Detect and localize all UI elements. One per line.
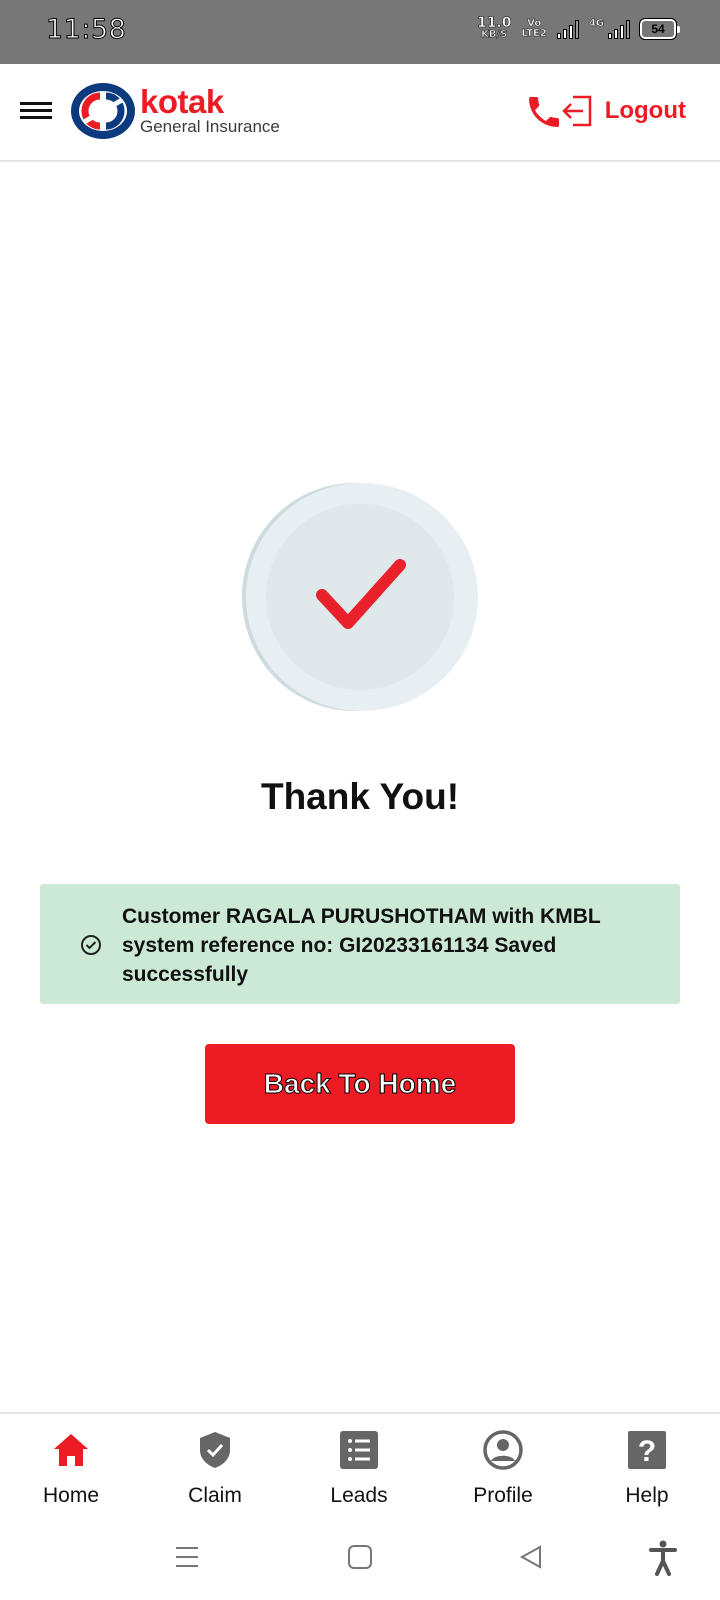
status-icons: 11.0 KB/S Vo LTE2 4G 54 [476,15,680,41]
check-circle-icon [81,935,101,955]
back-to-home-button[interactable]: Back To Home [205,1044,515,1124]
nav-home[interactable]: Home [11,1428,131,1508]
nav-leads[interactable]: Leads [299,1428,419,1508]
svg-text:?: ? [638,1435,656,1468]
signal-1-icon [556,19,579,39]
status-bar: 11:58 11.0 KB/S Vo LTE2 4G 54 [0,0,720,64]
battery-icon: 54 [639,18,680,40]
page-title: Thank You! [260,776,460,817]
phone-icon[interactable] [524,92,564,132]
kotak-logo-icon [71,83,135,139]
nav-help[interactable]: ? Help [587,1428,707,1508]
accessibility-icon[interactable] [648,1540,678,1576]
kotak-logo: kotak General Insurance [70,82,280,140]
status-time: 11:58 [45,14,127,46]
app-header: kotak General Insurance Logout [0,64,720,162]
success-alert: Customer RAGALA PURUSHOTHAM with KMBL sy… [40,884,680,1004]
shield-check-icon [200,1432,230,1468]
question-icon: ? [628,1431,666,1469]
success-check-icon [242,483,478,711]
network-speed: 11.0 KB/S [476,15,512,41]
home-button-icon[interactable] [347,1544,373,1570]
nav-profile[interactable]: Profile [443,1428,563,1508]
brand-subtitle: General Insurance [140,117,280,136]
home-icon [54,1434,88,1466]
signal-2-icon [608,19,630,39]
recent-apps-icon[interactable] [174,1544,200,1570]
volte-indicator: Vo LTE2 [521,18,547,39]
brand-name: kotak [140,83,224,120]
back-icon[interactable] [518,1544,544,1570]
logout-button[interactable]: Logout [561,94,686,128]
nav-claim[interactable]: Claim [155,1428,275,1508]
system-nav [0,1520,720,1600]
menu-icon[interactable] [20,102,52,122]
network-type: 4G [588,18,605,29]
user-circle-icon [483,1430,523,1470]
logout-icon [561,95,591,127]
list-icon [340,1431,378,1469]
success-message: Customer RAGALA PURUSHOTHAM with KMBL sy… [122,905,601,986]
bottom-nav: Home Claim Leads Profile ? Help [0,1412,720,1520]
logout-label: Logout [604,97,686,124]
